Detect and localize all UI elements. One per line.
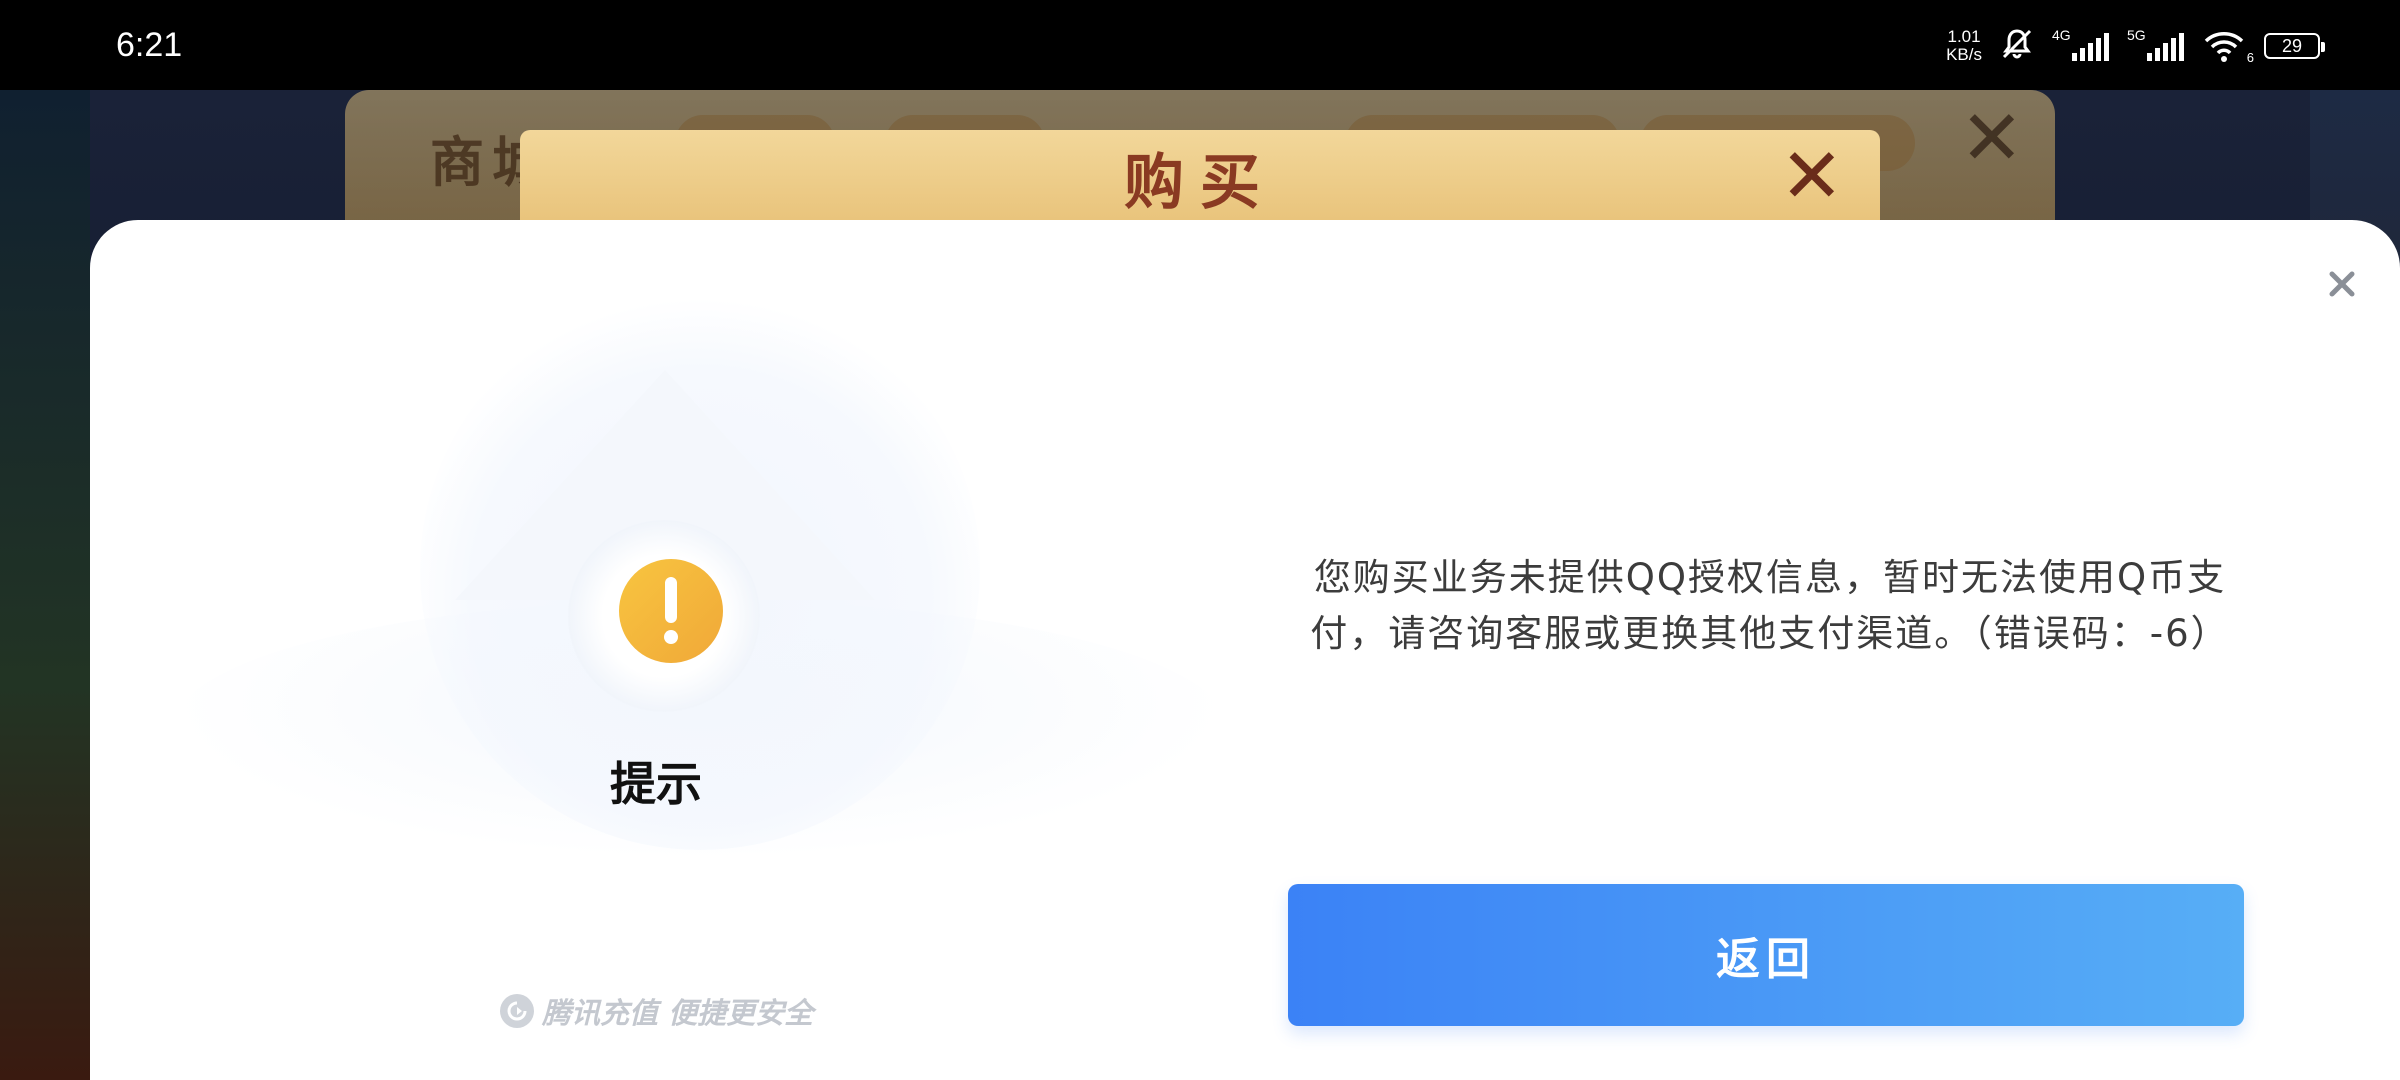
tencent-recharge-icon <box>500 994 534 1028</box>
return-button-label: 返回 <box>1716 934 1816 985</box>
brand-text: 腾讯充值 便捷更安全 <box>542 996 814 1030</box>
exclamation-icon <box>619 559 723 663</box>
bell-muted-icon <box>2000 27 2034 65</box>
battery-icon: 29 <box>2264 33 2325 59</box>
buy-close-icon: ✕ <box>1780 131 1844 220</box>
return-button[interactable]: 返回 <box>1288 884 2244 1026</box>
status-time: 6:21 <box>116 26 183 64</box>
payment-error-dialog: 提示 腾讯充值 便捷更安全 您购买业务未提供QQ授权信息，暂时无法使用Q币支付，… <box>90 220 2400 1080</box>
game-scenery-left <box>0 90 90 1080</box>
dialog-title: 提示 <box>610 757 702 811</box>
error-message: 您购买业务未提供QQ授权信息，暂时无法使用Q币支付，请咨询客服或更换其他支付渠道… <box>1310 556 2230 655</box>
buy-title: 购买 <box>1124 148 1276 218</box>
wifi-icon: 6 <box>2202 29 2254 65</box>
status-icons: 1.01 KB/s 4G 5G 6 29 <box>1946 24 2325 68</box>
signal-5g-icon: 5G <box>2127 27 2184 61</box>
network-speed-unit: KB/s <box>1946 45 1982 64</box>
close-icon[interactable] <box>2322 264 2362 304</box>
network-speed-value: 1.01 <box>1947 27 1981 46</box>
battery-level: 29 <box>2281 35 2303 56</box>
network-speed: 1.01 KB/s <box>1946 28 1982 64</box>
signal-4g-icon: 4G <box>2052 27 2109 61</box>
wifi-label: 6 <box>2246 50 2254 65</box>
status-bar: 6:21 1.01 KB/s 4G 5G 6 29 <box>0 0 2400 90</box>
brand-footer: 腾讯充值 便捷更安全 <box>500 990 813 1032</box>
